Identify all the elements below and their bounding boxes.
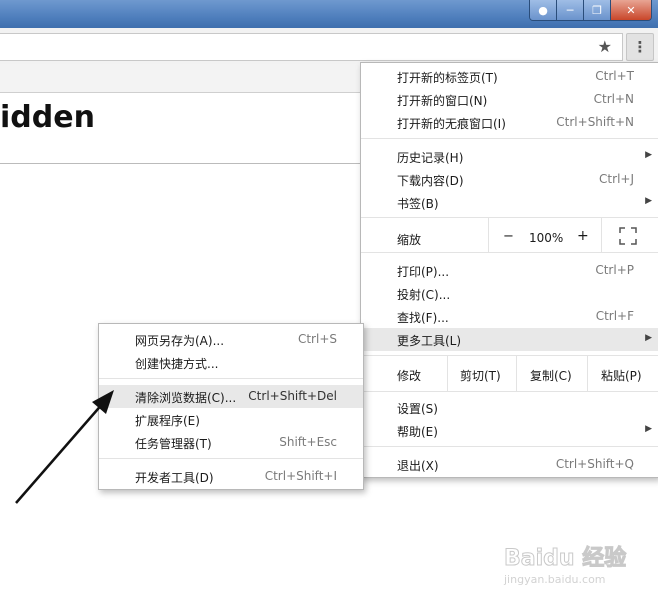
watermark-brand: Baidu 经验 <box>503 546 627 572</box>
baidu-watermark: Baidu 经验 jingyan.baidu.com <box>503 540 654 596</box>
watermark-url: jingyan.baidu.com <box>504 573 606 586</box>
annotation-arrow-icon <box>15 390 114 504</box>
